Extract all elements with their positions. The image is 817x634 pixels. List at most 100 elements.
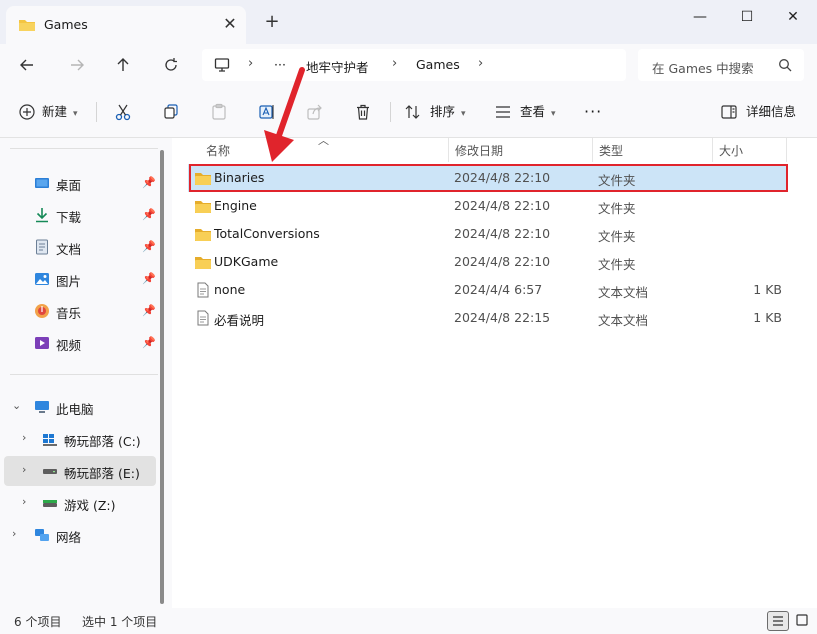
document-icon	[36, 239, 48, 255]
details-view-button[interactable]	[767, 611, 789, 631]
sort-button-label: 排序	[430, 104, 456, 119]
folder-icon	[19, 20, 35, 31]
sidebar-item-label: 畅玩部落 (C:)	[64, 434, 141, 449]
sidebar-item-network[interactable]: › 网络	[4, 520, 156, 550]
more-options-button[interactable]: ···	[584, 100, 602, 124]
column-divider[interactable]	[592, 138, 593, 162]
table-row[interactable]: 必看说明 2024/4/8 22:15 文本文档 1 KB	[188, 304, 786, 332]
sidebar-item-desktop[interactable]: 桌面 📌	[4, 168, 156, 198]
chevron-down-icon: ▾	[461, 109, 466, 119]
sidebar-item-music[interactable]: 音乐 📌	[4, 296, 156, 326]
toolbar-divider	[390, 102, 391, 122]
column-header-type[interactable]: 类型	[599, 138, 623, 164]
sidebar-item-label: 音乐	[56, 306, 82, 321]
file-name: none	[214, 282, 246, 297]
sidebar-item-downloads[interactable]: 下载 📌	[4, 200, 156, 230]
status-bar: 6 个项目 选中 1 个项目	[0, 608, 817, 634]
sidebar-item-label: 网络	[56, 530, 82, 545]
address-bar-row: › ··· 地牢守护者 › Games › 在 Games 中搜索	[0, 44, 817, 86]
sidebar-item-documents[interactable]: 文档 📌	[4, 232, 156, 262]
forward-button[interactable]	[64, 53, 90, 77]
breadcrumb-separator: ›	[478, 56, 484, 71]
sidebar-item-drive-z[interactable]: › 游戏 (Z:)	[4, 488, 156, 518]
column-divider[interactable]	[786, 138, 787, 162]
up-button[interactable]	[110, 53, 136, 77]
search-placeholder: 在 Games 中搜索	[652, 61, 754, 76]
chevron-right-icon[interactable]: ›	[22, 463, 26, 476]
breadcrumb-item-dungeon-defenders[interactable]: 地牢守护者	[306, 57, 369, 76]
column-header-name[interactable]: 名称	[206, 138, 230, 164]
table-row[interactable]: TotalConversions 2024/4/8 22:10 文件夹	[188, 220, 786, 248]
arrow-right-icon	[71, 59, 84, 71]
music-icon	[35, 304, 49, 318]
file-name: UDKGame	[214, 254, 279, 269]
pin-icon: 📌	[142, 240, 156, 253]
sidebar-item-label: 游戏 (Z:)	[64, 498, 116, 513]
maximize-button[interactable]: ☐	[727, 4, 767, 30]
sidebar-scrollbar[interactable]	[160, 150, 164, 604]
cut-icon[interactable]	[114, 103, 132, 121]
file-modified: 2024/4/8 22:10	[454, 254, 551, 269]
sidebar-item-drive-c[interactable]: › 畅玩部落 (C:)	[4, 424, 156, 454]
toolbar-divider	[96, 102, 97, 122]
chevron-right-icon[interactable]: ›	[22, 431, 26, 444]
drive-icon	[43, 500, 57, 507]
search-icon	[779, 59, 792, 72]
sort-icon	[405, 105, 420, 119]
sidebar-item-label: 下载	[56, 210, 82, 225]
sidebar-item-drive-e[interactable]: › 畅玩部落 (E:)	[4, 456, 156, 486]
arrow-left-icon	[20, 59, 33, 71]
close-button[interactable]: ✕	[773, 4, 813, 30]
view-button[interactable]: 查看 ▾	[520, 100, 556, 124]
breadcrumb-item-games[interactable]: Games	[416, 57, 460, 72]
table-row[interactable]: Engine 2024/4/8 22:10 文件夹	[188, 192, 786, 220]
pictures-icon	[35, 273, 49, 285]
details-button[interactable]: 详细信息	[746, 100, 796, 124]
new-tab-button[interactable]: +	[262, 12, 282, 32]
file-modified: 2024/4/8 22:10	[454, 198, 551, 213]
column-divider[interactable]	[712, 138, 713, 162]
sidebar-divider	[10, 148, 158, 149]
computer-icon	[214, 58, 230, 72]
paste-icon[interactable]	[210, 103, 228, 121]
chevron-right-icon[interactable]: ›	[12, 527, 16, 540]
column-header-size[interactable]: 大小	[719, 138, 743, 164]
network-icon	[35, 529, 49, 541]
list-view-icon	[773, 616, 783, 626]
sidebar-item-pictures[interactable]: 图片 📌	[4, 264, 156, 294]
chevron-down-icon[interactable]: ⌄	[12, 399, 21, 412]
sidebar-item-label: 图片	[56, 274, 82, 289]
back-button[interactable]	[14, 53, 40, 77]
sidebar-item-videos[interactable]: 视频 📌	[4, 328, 156, 358]
windows-drive-icon	[43, 434, 57, 446]
text-file-icon	[197, 310, 209, 326]
sort-button[interactable]: 排序 ▾	[430, 100, 466, 124]
tiles-view-button[interactable]	[792, 611, 814, 631]
refresh-button[interactable]	[158, 53, 184, 77]
tiles-view-icon	[796, 614, 808, 626]
annotation-arrow	[264, 67, 305, 162]
navigation-pane: 桌面 📌 下载 📌 文档 📌 图片 📌 音乐 📌 视频 📌 ⌄ 此电脑 › 畅玩…	[0, 138, 172, 608]
chevron-down-icon: ▾	[551, 109, 556, 119]
chevron-right-icon[interactable]: ›	[22, 495, 26, 508]
copy-icon[interactable]	[162, 103, 180, 121]
file-list: ︿ 名称 修改日期 类型 大小 Binaries 2024/4/8 22:10 文件…	[172, 134, 817, 608]
minimize-button[interactable]: —	[680, 4, 720, 30]
column-header-modified[interactable]: 修改日期	[455, 138, 503, 164]
column-divider[interactable]	[448, 138, 449, 162]
tab-games[interactable]: Games ✕	[6, 6, 246, 44]
annotation-highlight-box	[189, 164, 788, 192]
new-button[interactable]: 新建 ▾	[42, 100, 78, 124]
sidebar-divider	[10, 374, 158, 375]
tab-title: Games	[44, 17, 88, 32]
trash-icon[interactable]	[354, 103, 372, 121]
file-type: 文本文档	[598, 313, 649, 328]
table-row[interactable]: UDKGame 2024/4/8 22:10 文件夹	[188, 248, 786, 276]
tab-close-button[interactable]: ✕	[220, 14, 240, 34]
table-row[interactable]: none 2024/4/4 6:57 文本文档 1 KB	[188, 276, 786, 304]
search-input[interactable]: 在 Games 中搜索	[638, 49, 804, 81]
sidebar-item-this-pc[interactable]: ⌄ 此电脑	[4, 392, 156, 422]
plus-circle-icon	[19, 104, 35, 120]
computer-icon	[35, 401, 49, 413]
pin-icon: 📌	[142, 304, 156, 317]
